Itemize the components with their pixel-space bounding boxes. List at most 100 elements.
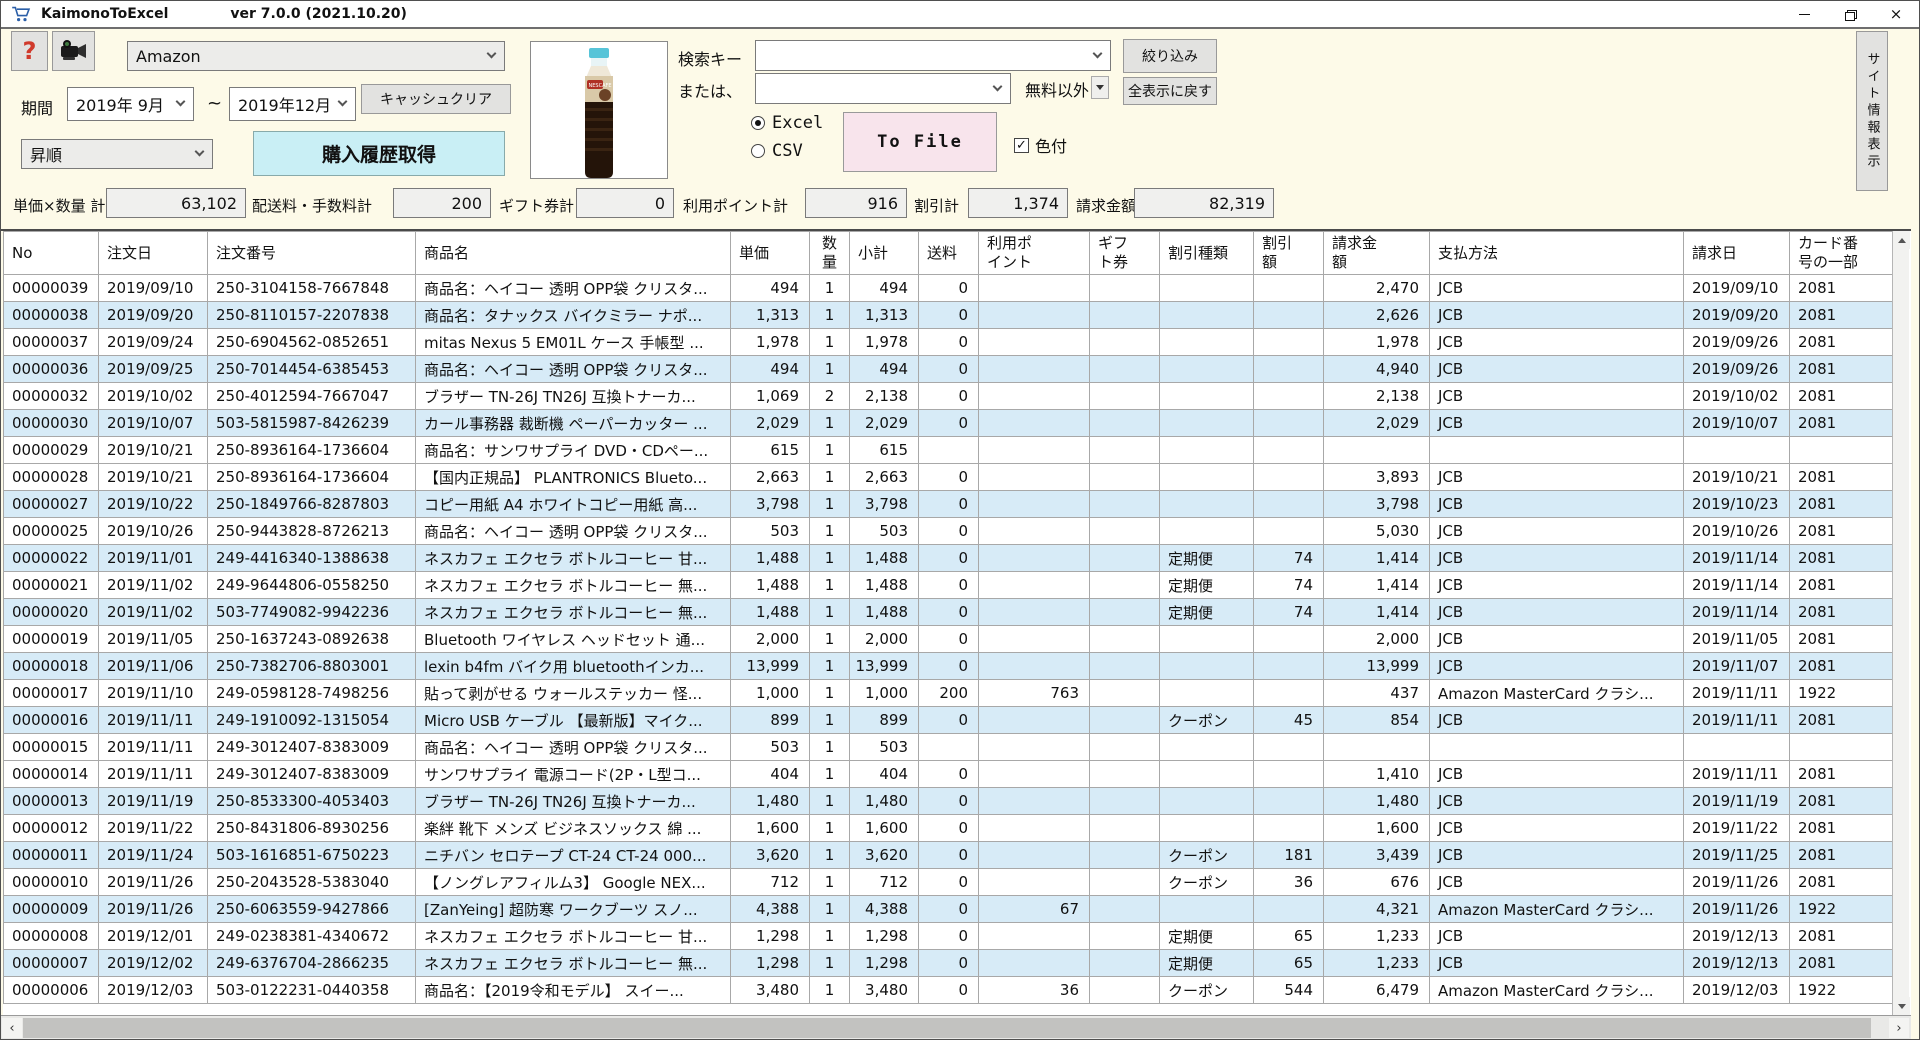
table-cell — [1254, 680, 1324, 707]
column-header-13[interactable]: 支払方法 — [1430, 232, 1684, 275]
dropdown-button[interactable] — [1091, 76, 1109, 99]
vertical-scrollbar[interactable] — [1892, 231, 1909, 1015]
table-row[interactable]: 000000062019/12/03503-0122231-0440358商品名… — [4, 977, 1893, 1004]
table-row[interactable]: 000000362019/09/25250-7014454-6385453商品名… — [4, 356, 1893, 383]
minimize-button[interactable] — [1781, 1, 1827, 27]
table-cell: 45 — [1254, 707, 1324, 734]
table-cell: 2019/09/26 — [1684, 329, 1790, 356]
table-cell — [1160, 896, 1254, 923]
column-header-3[interactable]: 商品名 — [416, 232, 731, 275]
table-row[interactable]: 000000212019/11/02249-9644806-0558250ネスカ… — [4, 572, 1893, 599]
table-cell: 2019/11/02 — [99, 599, 208, 626]
table-row[interactable]: 000000102019/11/26250-2043528-5383040【ノン… — [4, 869, 1893, 896]
scroll-up-button[interactable] — [1893, 231, 1910, 249]
table-cell: 1,313 — [731, 302, 810, 329]
table-row[interactable]: 000000142019/11/11249-3012407-8383009サンワ… — [4, 761, 1893, 788]
restore-button[interactable] — [1827, 1, 1873, 27]
table-row[interactable]: 000000252019/10/26250-9443828-8726213商品名… — [4, 518, 1893, 545]
table-cell: 0 — [919, 464, 979, 491]
column-header-15[interactable]: カード番 号の一部 — [1790, 232, 1893, 275]
cache-clear-button[interactable]: キャッシュクリア — [361, 84, 511, 114]
table-row[interactable]: 000000112019/11/24503-1616851-6750223ニチバ… — [4, 842, 1893, 869]
column-header-6[interactable]: 小計 — [850, 232, 919, 275]
table-row[interactable]: 000000392019/09/10250-3104158-7667848商品名… — [4, 275, 1893, 302]
table-cell: 676 — [1324, 869, 1430, 896]
table-row[interactable]: 000000092019/11/26250-6063559-9427866[Za… — [4, 896, 1893, 923]
column-header-0[interactable]: No — [4, 232, 99, 275]
table-row[interactable]: 000000192019/11/05250-1637243-0892638Blu… — [4, 626, 1893, 653]
sort-order-select[interactable]: 昇順 — [21, 139, 213, 169]
scroll-down-button[interactable] — [1893, 997, 1910, 1015]
table-row[interactable]: 000000302019/10/07503-5815987-8426239カール… — [4, 410, 1893, 437]
column-header-7[interactable]: 送料 — [919, 232, 979, 275]
period-to-select[interactable]: 2019年12月 — [229, 87, 356, 121]
table-cell: 1,488 — [850, 599, 919, 626]
table-cell: 1,298 — [731, 950, 810, 977]
camera-button[interactable] — [52, 31, 95, 71]
scroll-left-button[interactable]: ‹ — [2, 1018, 22, 1038]
table-cell: 1,480 — [731, 788, 810, 815]
column-header-9[interactable]: ギフ ト券 — [1090, 232, 1160, 275]
to-file-button[interactable]: To File — [843, 112, 997, 172]
table-row[interactable]: 000000182019/11/06250-7382706-8803001lex… — [4, 653, 1893, 680]
table-row[interactable]: 000000292019/10/21250-8936164-1736604商品名… — [4, 437, 1893, 464]
table-cell: ニチバン セロテープ CT-24 CT-24 000... — [416, 842, 731, 869]
table-cell — [979, 356, 1090, 383]
table-row[interactable]: 000000282019/10/21250-8936164-1736604【国内… — [4, 464, 1893, 491]
horizontal-scroll-thumb[interactable] — [23, 1018, 1871, 1038]
horizontal-scrollbar[interactable]: ‹ › — [1, 1015, 1911, 1039]
table-cell: 1 — [810, 788, 850, 815]
colorize-checkbox[interactable]: ✓ 色付 — [1014, 133, 1067, 157]
table-row[interactable]: 000000082019/12/01249-0238381-4340672ネスカ… — [4, 923, 1893, 950]
table-cell: 2081 — [1790, 626, 1893, 653]
table-row[interactable]: 000000152019/11/11249-3012407-8383009商品名… — [4, 734, 1893, 761]
column-header-10[interactable]: 割引種類 — [1160, 232, 1254, 275]
table-cell: クーポン — [1160, 977, 1254, 1004]
filter-button[interactable]: 絞り込み — [1123, 39, 1217, 73]
camcorder-icon — [59, 38, 89, 64]
table-cell: 181 — [1254, 842, 1324, 869]
table-cell — [1254, 788, 1324, 815]
csv-radio[interactable]: CSV — [751, 141, 803, 161]
table-row[interactable]: 000000202019/11/02503-7749082-9942236ネスカ… — [4, 599, 1893, 626]
table-row[interactable]: 000000322019/10/02250-4012594-7667047ブラザ… — [4, 383, 1893, 410]
column-header-12[interactable]: 請求金 額 — [1324, 232, 1430, 275]
table-cell: 1,480 — [850, 788, 919, 815]
table-cell: 250-8431806-8930256 — [208, 815, 416, 842]
fetch-history-button[interactable]: 購入履歴取得 — [253, 131, 505, 176]
column-header-14[interactable]: 請求日 — [1684, 232, 1790, 275]
period-from-select[interactable]: 2019年 9月 — [67, 87, 194, 121]
or-search-input[interactable] — [755, 73, 1011, 104]
table-cell: 250-3104158-7667848 — [208, 275, 416, 302]
table-row[interactable]: 000000382019/09/20250-8110157-2207838商品名… — [4, 302, 1893, 329]
column-header-8[interactable]: 利用ポ イント — [979, 232, 1090, 275]
table-row[interactable]: 000000372019/09/24250-6904562-0852651mit… — [4, 329, 1893, 356]
table-cell — [979, 869, 1090, 896]
table-row[interactable]: 000000122019/11/22250-8431806-8930256楽絆 … — [4, 815, 1893, 842]
close-button[interactable]: × — [1873, 1, 1919, 27]
table-cell: 1,600 — [850, 815, 919, 842]
table-row[interactable]: 000000072019/12/02249-6376704-2866235ネスカ… — [4, 950, 1893, 977]
column-header-11[interactable]: 割引 額 — [1254, 232, 1324, 275]
table-row[interactable]: 000000272019/10/22250-1849766-8287803コピー… — [4, 491, 1893, 518]
search-key-input[interactable] — [755, 40, 1111, 71]
table-cell: クーポン — [1160, 869, 1254, 896]
table-cell: 1 — [810, 815, 850, 842]
table-row[interactable]: 000000172019/11/10249-0598128-7498256貼って… — [4, 680, 1893, 707]
column-header-5[interactable]: 数 量 — [810, 232, 850, 275]
table-row[interactable]: 000000222019/11/01249-4416340-1388638ネスカ… — [4, 545, 1893, 572]
table-cell: 商品名：【2019令和モデル】 スイー... — [416, 977, 731, 1004]
show-all-button[interactable]: 全表示に戻す — [1123, 77, 1217, 105]
site-info-button[interactable]: サイト情報表示 — [1856, 31, 1888, 191]
column-header-4[interactable]: 単価 — [731, 232, 810, 275]
table-row[interactable]: 000000162019/11/11249-1910092-1315054Mic… — [4, 707, 1893, 734]
free-filter-select[interactable]: 無料以外 — [1017, 73, 1111, 104]
site-select[interactable]: Amazon — [127, 41, 505, 71]
column-header-1[interactable]: 注文日 — [99, 232, 208, 275]
table-cell: 2081 — [1790, 599, 1893, 626]
scroll-right-button[interactable]: › — [1889, 1018, 1909, 1038]
help-button[interactable]: ? — [11, 31, 48, 71]
table-row[interactable]: 000000132019/11/19250-8533300-4053403ブラザ… — [4, 788, 1893, 815]
excel-radio[interactable]: Excel — [751, 113, 823, 133]
column-header-2[interactable]: 注文番号 — [208, 232, 416, 275]
